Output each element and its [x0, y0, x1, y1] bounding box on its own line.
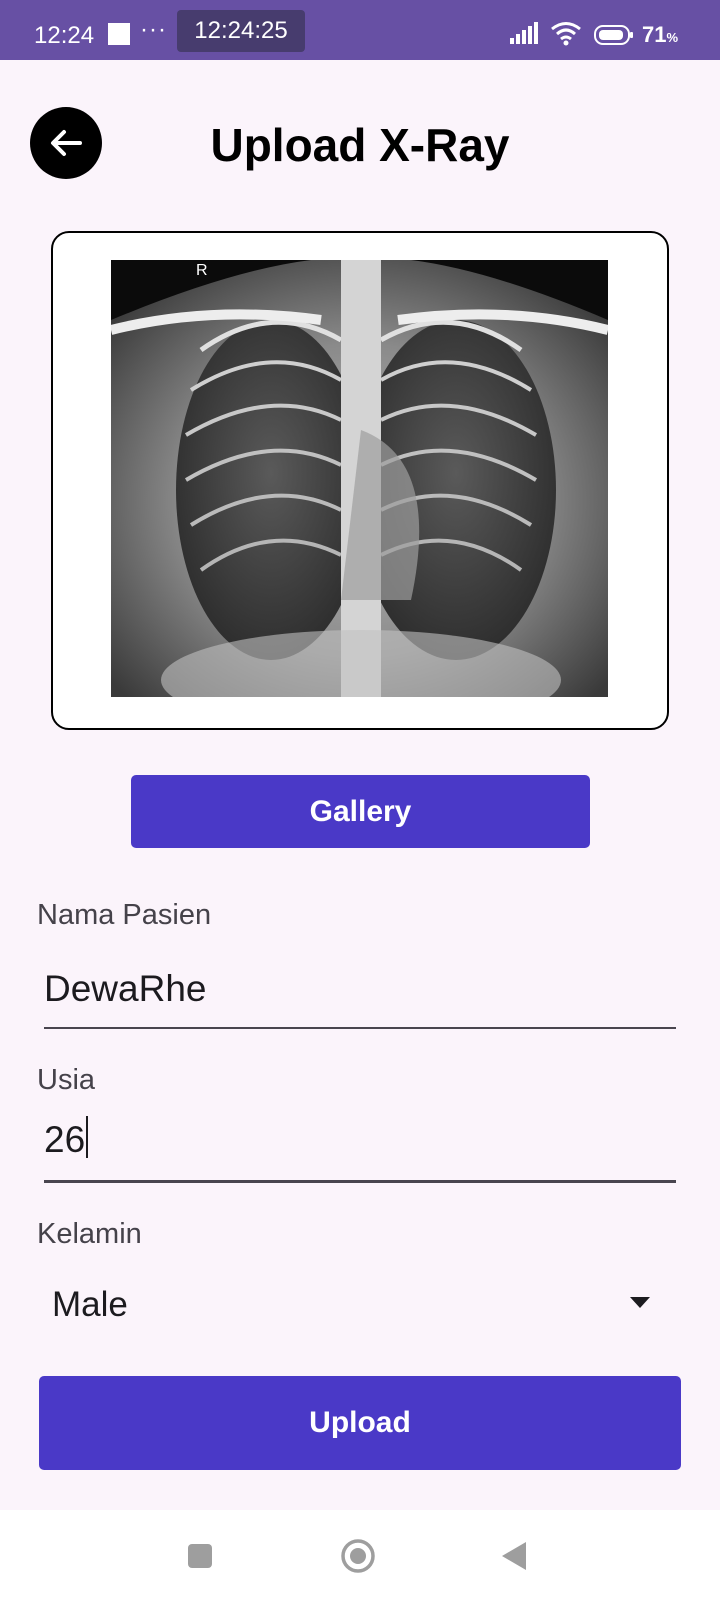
- status-time: 12:24: [34, 22, 95, 49]
- battery-level: 71%: [642, 22, 679, 47]
- age-value: 26: [44, 1119, 86, 1160]
- more-notifications-icon: ···: [140, 16, 167, 43]
- xray-image: R: [111, 260, 608, 697]
- gender-dropdown[interactable]: Male: [37, 1275, 667, 1337]
- back-triangle-icon[interactable]: [500, 1540, 528, 1572]
- recents-square-icon[interactable]: [186, 1542, 214, 1570]
- home-circle-icon[interactable]: [340, 1538, 376, 1574]
- text-caret: [86, 1116, 89, 1158]
- navigation-bar: [0, 1510, 720, 1600]
- notification-square-icon: [108, 23, 130, 45]
- battery-icon: [594, 25, 633, 45]
- name-underline: [44, 1027, 676, 1029]
- age-label: Usia: [37, 1064, 96, 1096]
- wifi-icon: [551, 22, 581, 46]
- age-input[interactable]: 26: [44, 1116, 676, 1176]
- gender-value: Male: [52, 1285, 128, 1324]
- status-time-chip: 12:24:25: [177, 10, 305, 52]
- signal-icon: [510, 22, 538, 44]
- xray-illustration: [111, 260, 608, 697]
- name-label: Nama Pasien: [37, 899, 212, 931]
- image-preview-card: R: [51, 231, 669, 730]
- gender-label: Kelamin: [37, 1218, 142, 1250]
- arrow-left-icon: [51, 130, 82, 156]
- upload-button[interactable]: Upload: [39, 1376, 681, 1470]
- xray-side-marker: R: [196, 262, 208, 279]
- dropdown-arrow-icon: [630, 1297, 650, 1308]
- gallery-button[interactable]: Gallery: [131, 775, 590, 848]
- status-bar: 12:24 ··· 12:24:25 71%: [0, 0, 720, 60]
- back-button[interactable]: [30, 107, 102, 179]
- page-title: Upload X-Ray: [210, 119, 510, 171]
- name-input[interactable]: DewaRhe: [44, 968, 676, 1028]
- age-underline: [44, 1180, 676, 1183]
